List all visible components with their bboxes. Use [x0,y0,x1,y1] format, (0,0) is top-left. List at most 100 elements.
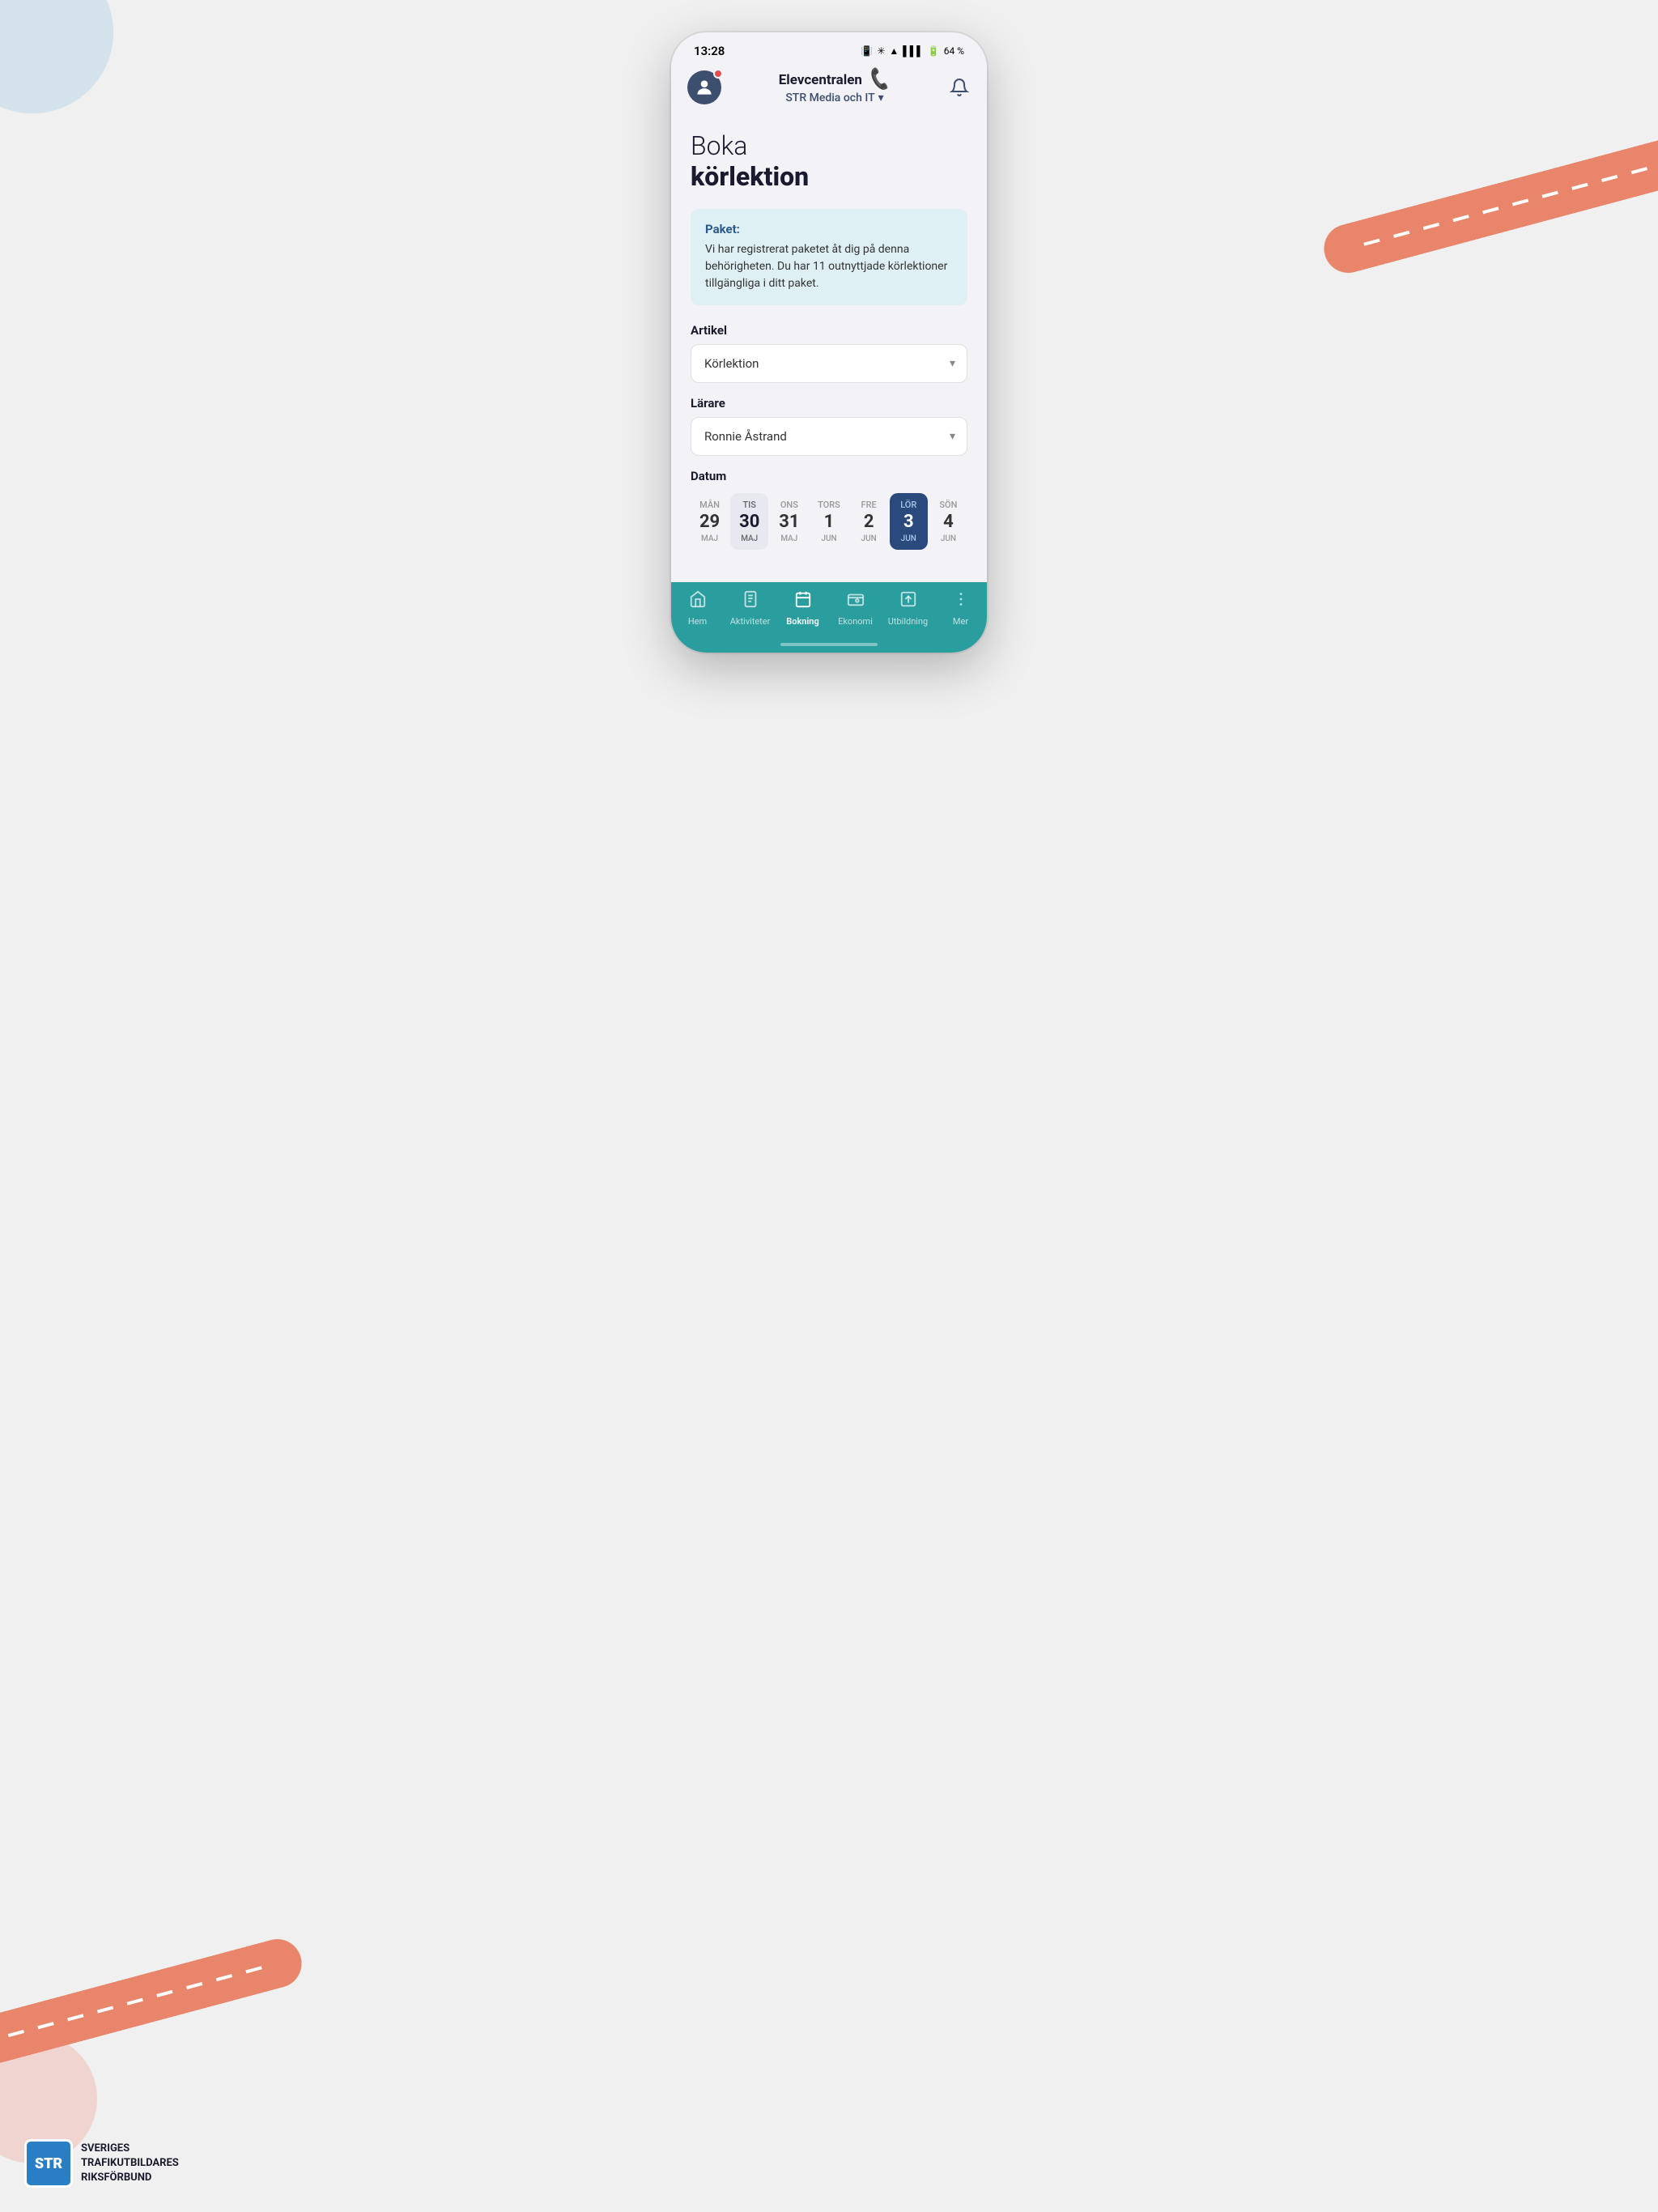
date-day-name: TIS [742,500,755,510]
nav-item-utbildning[interactable]: Utbildning [882,590,934,627]
date-month: JUN [861,534,877,543]
date-day-name: TORS [818,500,840,510]
date-day-name: MÅN [699,500,720,510]
info-box-title: Paket: [705,222,953,236]
top-nav: Elevcentralen 📞 STR Media och IT ▾ [671,63,987,114]
nav-center: Elevcentralen 📞 STR Media och IT ▾ [779,70,891,104]
date-number: 3 [903,513,914,531]
mer-nav-label: Mer [953,616,968,627]
hem-nav-icon [689,590,707,613]
str-line2: TRAFIKUTBILDARES [81,2156,179,2171]
artikel-select[interactable]: Körlektion ▾ [691,344,967,383]
home-indicator-bar [780,643,878,646]
aktiviteter-nav-icon [742,590,759,613]
date-col-ons[interactable]: ONS 31 MAJ [770,493,808,550]
date-month: JUN [821,534,836,543]
artikel-value: Körlektion [704,356,759,371]
status-time: 13:28 [694,44,725,58]
avatar-container[interactable] [687,70,721,104]
date-month: MAJ [701,534,718,543]
str-logo: STR SVERIGES TRAFIKUTBILDARES RIKSFÖRBUN… [24,2139,179,2188]
wifi-icon: ▲ [889,45,899,57]
home-indicator [671,643,987,653]
ekonomi-nav-icon [847,590,865,613]
date-col-mån[interactable]: MÅN 29 MAJ [691,493,729,550]
str-line1: SVERIGES [81,2142,179,2156]
date-number: 1 [824,513,835,531]
status-bar: 13:28 📳 ✳ ▲ ▌▌▌ 🔋 64 % [671,32,987,63]
bluetooth-icon: ✳ [877,45,885,57]
date-number: 4 [943,513,954,531]
bg-circle-top [0,0,113,113]
phone-icon: 📞 [866,67,893,92]
larare-arrow-icon: ▾ [950,430,955,443]
info-box-text: Vi har registrerat paketet åt dig på den… [705,241,953,292]
artikel-select-display[interactable]: Körlektion [691,345,967,382]
road-stripe-top [1319,126,1658,278]
str-abbr: STR [35,2155,62,2172]
date-col-tors[interactable]: TORS 1 JUN [810,493,848,550]
date-month: JUN [901,534,916,543]
datum-label: Datum [691,469,967,483]
date-col-sön[interactable]: SÖN 4 JUN [929,493,967,550]
phone-frame: 13:28 📳 ✳ ▲ ▌▌▌ 🔋 64 % Elevcentralen 📞 [671,32,987,653]
subtitle-text: STR Media och IT [785,91,874,104]
larare-field-group: Lärare Ronnie Åstrand ▾ [691,396,967,456]
info-box: Paket: Vi har registrerat paketet åt dig… [691,209,967,305]
aktiviteter-nav-label: Aktiviteter [730,616,771,627]
title-light: Boka [691,130,967,161]
date-month: MAJ [741,534,758,543]
date-day-name: SÖN [939,500,957,510]
date-month: MAJ [780,534,797,543]
larare-select-display[interactable]: Ronnie Åstrand [691,418,967,455]
date-number: 31 [779,513,799,531]
battery-icon: 🔋 [928,45,940,57]
subtitle-arrow: ▾ [878,91,884,104]
hem-nav-label: Hem [688,616,707,627]
date-day-name: ONS [780,500,798,510]
date-number: 2 [864,513,874,531]
nav-brand: Elevcentralen 📞 [779,70,891,90]
larare-select[interactable]: Ronnie Åstrand ▾ [691,417,967,456]
date-day-name: FRE [861,500,877,510]
nav-subtitle[interactable]: STR Media och IT ▾ [785,91,883,104]
date-day-name: LÖR [900,500,916,510]
str-logo-text: SVERIGES TRAFIKUTBILDARES RIKSFÖRBUND [81,2142,179,2186]
nav-item-hem[interactable]: Hem [671,590,724,627]
date-number: 29 [699,513,720,531]
date-col-lör[interactable]: LÖR 3 JUN [890,493,928,550]
bokning-nav-icon [794,590,812,613]
nav-item-ekonomi[interactable]: Ekonomi [829,590,882,627]
title-bold: körlektion [691,161,967,192]
str-logo-box: STR [24,2139,73,2188]
bottom-nav: Hem Aktiviteter Bokning Ekonomi Utbildni… [671,582,987,643]
datum-section: Datum MÅN 29 MAJ TIS 30 MAJ ONS 31 MAJ T… [691,469,967,550]
artikel-field-group: Artikel Körlektion ▾ [691,323,967,383]
vibrate-icon: 📳 [861,45,873,57]
larare-label: Lärare [691,396,967,410]
utbildning-nav-label: Utbildning [888,616,928,627]
page-title: Boka körlektion [691,130,967,193]
str-line3: RIKSFÖRBUND [81,2171,179,2185]
notification-badge [713,69,723,79]
brand-title: Elevcentralen [779,72,862,88]
signal-icon: ▌▌▌ [903,45,924,57]
date-col-fre[interactable]: FRE 2 JUN [850,493,888,550]
nav-item-bokning[interactable]: Bokning [776,590,829,627]
utbildning-nav-icon [899,590,917,613]
artikel-arrow-icon: ▾ [950,357,955,370]
battery-percent: 64 % [944,45,964,57]
nav-item-mer[interactable]: Mer [934,590,987,627]
bokning-nav-label: Bokning [786,616,818,627]
bell-button[interactable] [948,76,971,99]
date-grid: MÅN 29 MAJ TIS 30 MAJ ONS 31 MAJ TORS 1 … [691,493,967,550]
date-col-tis[interactable]: TIS 30 MAJ [730,493,768,550]
larare-value: Ronnie Åstrand [704,429,787,444]
date-month: JUN [941,534,956,543]
artikel-label: Artikel [691,323,967,338]
mer-nav-icon [952,590,970,613]
main-content: Boka körlektion Paket: Vi har registrera… [671,114,987,582]
date-number: 30 [739,513,759,531]
ekonomi-nav-label: Ekonomi [838,616,873,627]
nav-item-aktiviteter[interactable]: Aktiviteter [724,590,776,627]
